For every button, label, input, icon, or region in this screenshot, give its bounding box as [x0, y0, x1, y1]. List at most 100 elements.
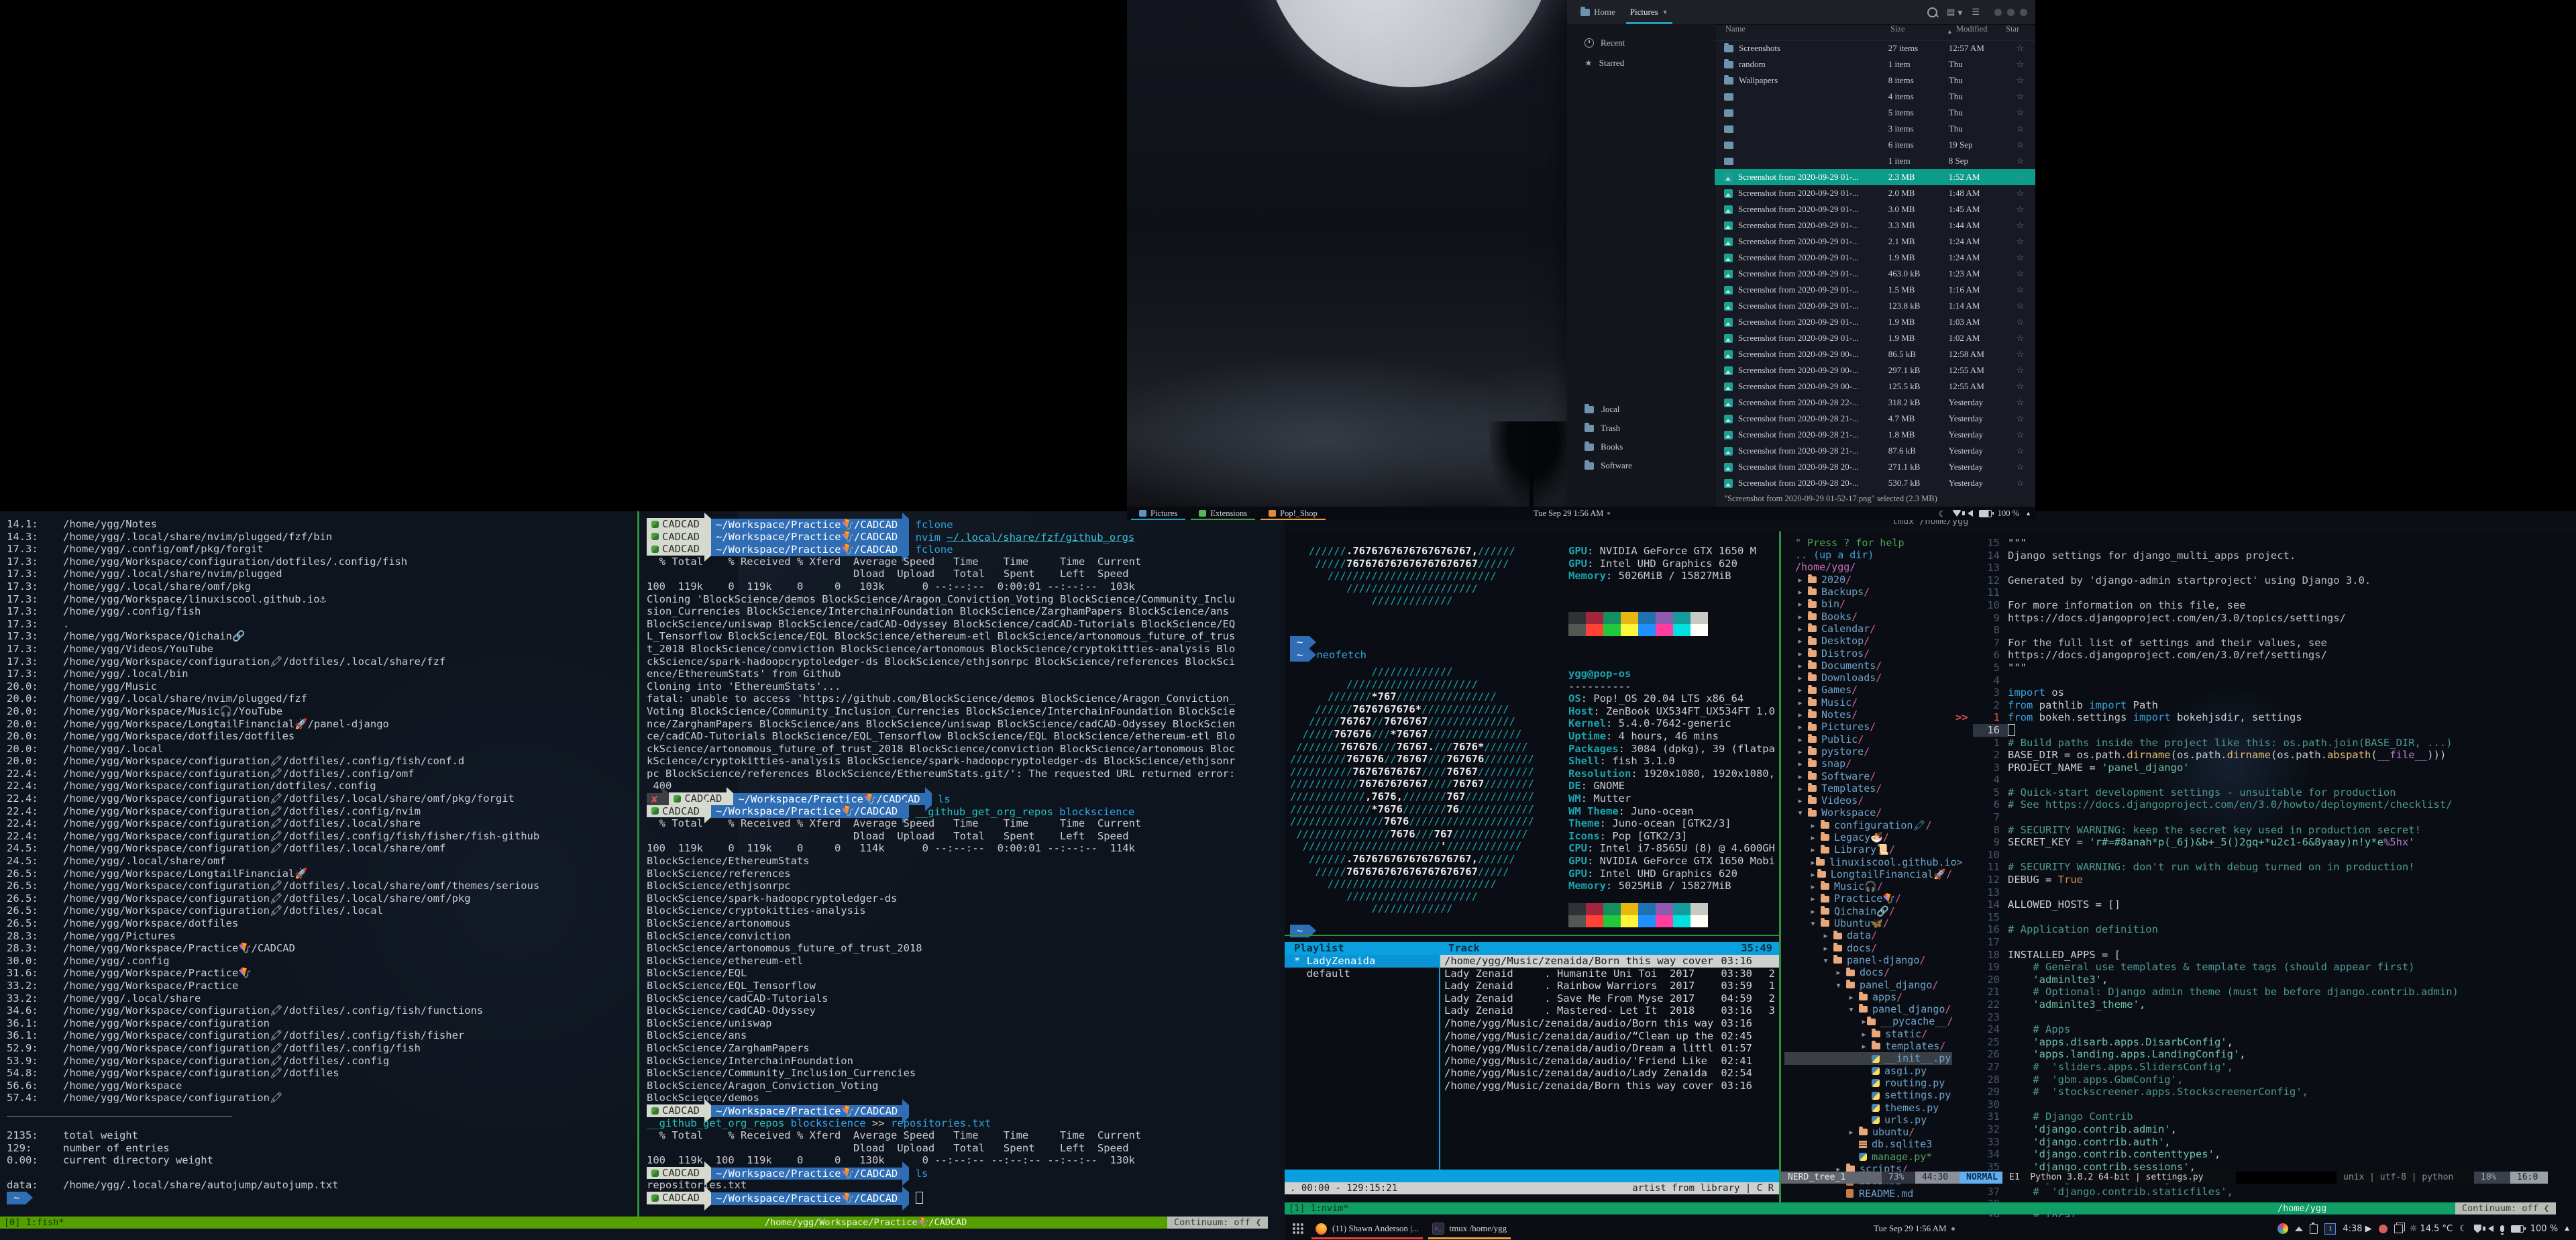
- shell-prompt-line[interactable]: CADCAD~/Workspace/Practice🪁/CADCAD: [647, 1192, 1281, 1204]
- shell-prompt-line[interactable]: CADCAD~/Workspace/Practice🪁/CADCAD: [647, 1104, 1281, 1117]
- night-light-icon[interactable]: ☾: [1939, 509, 1946, 519]
- tmux-pane-divider[interactable]: [1285, 935, 1779, 936]
- tree-item[interactable]: ▸Library📜/: [1784, 843, 1952, 856]
- sidebar-item[interactable]: Trash: [1567, 419, 1715, 437]
- star-icon[interactable]: ☆: [2005, 446, 2035, 456]
- code-line[interactable]: 24 # Apps: [1955, 1023, 2576, 1036]
- star-icon[interactable]: ☆: [2005, 365, 2035, 376]
- tree-item[interactable]: ▸Books/: [1784, 611, 1952, 623]
- code-line[interactable]: 13: [1955, 562, 2576, 574]
- code-line[interactable]: 17: [1955, 936, 2576, 949]
- track-item[interactable]: /home/ygg/Music/zenaida/Born this way co…: [1440, 955, 1779, 968]
- windows-icon[interactable]: [2394, 1225, 2403, 1233]
- shell-prompt-line[interactable]: CADCAD~/Workspace/Practice🪁/CADCAD ls: [647, 1167, 1281, 1180]
- star-icon[interactable]: ☆: [2005, 91, 2035, 102]
- code-line[interactable]: 18INSTALLED_APPS = [: [1955, 949, 2576, 962]
- system-tray[interactable]: ☾ 100 % ▲: [1939, 507, 2031, 520]
- star-icon[interactable]: ☆: [2005, 156, 2035, 166]
- autojump-pane[interactable]: 14.1: /home/ygg/Notes 14.3: /home/ygg/.l…: [7, 518, 631, 1204]
- code-line[interactable]: 12Generated by 'django-admin startprojec…: [1955, 574, 2576, 587]
- code-line[interactable]: 25 'apps.disarb.apps.DisarbConfig',: [1955, 1036, 2576, 1049]
- table-row[interactable]: Screenshot from 2020-09-29 01-...1.9 MB1…: [1715, 330, 2035, 346]
- tree-item[interactable]: ▾panel-django/: [1784, 954, 1952, 966]
- track-item[interactable]: /home/ygg/Music/zenaida/audio/'Friend Li…: [1440, 1055, 1779, 1068]
- table-row[interactable]: Screenshot from 2020-09-29 00-...86.5 kB…: [1715, 346, 2035, 362]
- column-modified[interactable]: Modified: [1956, 24, 1988, 34]
- code-line[interactable]: 5""": [1955, 662, 2576, 674]
- clipboard-icon[interactable]: [2310, 1224, 2318, 1234]
- window-dot[interactable]: [1994, 9, 2002, 16]
- star-icon[interactable]: ☆: [2005, 43, 2035, 54]
- pop-launcher-icon[interactable]: [2277, 1223, 2288, 1234]
- code-line[interactable]: 14Django settings for django_multi_apps …: [1955, 550, 2576, 562]
- star-icon[interactable]: ☆: [2005, 123, 2035, 134]
- tree-item[interactable]: ▾Ubuntu🦋/: [1784, 917, 1952, 929]
- table-row[interactable]: Screenshot from 2020-09-29 01-...1.5 MB1…: [1715, 282, 2035, 298]
- track-item[interactable]: /home/ygg/Music/zenaida/Born this way co…: [1440, 1080, 1779, 1092]
- code-line[interactable]: 16: [1955, 724, 2576, 737]
- weather-label[interactable]: ☼ 14.5 °C: [2410, 1224, 2453, 1234]
- nvim-pane[interactable]: " Press ? for help.. (up a dir)/home/ygg…: [1784, 533, 2576, 1172]
- code-line[interactable]: 26 'apps.landing.apps.LandingConfig',: [1955, 1048, 2576, 1061]
- code-line[interactable]: 2BASE_DIR = os.path.dirname(os.path.dirn…: [1955, 749, 2576, 762]
- tree-item[interactable]: ▸Documents/: [1784, 660, 1952, 672]
- table-row[interactable]: Screenshot from 2020-09-29 01-...2.0 MB1…: [1715, 185, 2035, 201]
- shell-prompt-line[interactable]: ✘CADCAD~/Workspace/Practice🪁/CADCAD ls: [647, 792, 1281, 805]
- tmux-pane-divider[interactable]: [1779, 531, 1781, 1202]
- code-line[interactable]: 22 'adminlte3_theme',: [1955, 998, 2576, 1011]
- code-line[interactable]: 30: [1955, 1098, 2576, 1111]
- tree-item[interactable]: ▸docs/: [1784, 966, 1952, 978]
- star-icon[interactable]: ☆: [2005, 429, 2035, 440]
- window-dot[interactable]: [2007, 9, 2015, 16]
- system-tray[interactable]: 14:38 ▶☼ 14.5 °C☾100 %▲: [2277, 1223, 2569, 1235]
- table-row[interactable]: 4 itemsThu☆: [1715, 89, 2035, 105]
- table-row[interactable]: random1 itemThu☆: [1715, 56, 2035, 72]
- star-icon[interactable]: ☆: [2005, 75, 2035, 86]
- tree-item[interactable]: ▸Software/: [1784, 770, 1952, 782]
- code-line[interactable]: 21 # Optional: Django admin theme (must …: [1955, 986, 2576, 998]
- tree-item[interactable]: ▾panel_django/: [1784, 1003, 1952, 1015]
- tree-item[interactable]: ▸Practice🪁/: [1784, 893, 1952, 905]
- star-icon[interactable]: ☆: [2005, 252, 2035, 263]
- taskbar-window-button[interactable]: >_tmux /home/ygg: [1426, 1217, 1514, 1240]
- workspace-indicator[interactable]: 1: [2324, 1223, 2336, 1235]
- table-row[interactable]: 1 item8 Sep☆: [1715, 153, 2035, 169]
- eject-icon[interactable]: [2295, 1227, 2303, 1231]
- star-icon[interactable]: ☆: [2005, 301, 2035, 311]
- tree-item[interactable]: ▸configuration🖍/: [1784, 819, 1952, 831]
- table-row[interactable]: Screenshot from 2020-09-29 01-...463.0 k…: [1715, 266, 2035, 282]
- tree-item[interactable]: ▸bin/: [1784, 598, 1952, 610]
- tree-item[interactable]: ▸Templates/: [1784, 782, 1952, 794]
- taskbar-window-button[interactable]: Pictures: [1130, 507, 1187, 520]
- table-row[interactable]: Screenshot from 2020-09-28 21-...87.6 kB…: [1715, 443, 2035, 459]
- track-item[interactable]: Lady Zenaid . Save Me From Myse 201704:5…: [1440, 992, 1779, 1005]
- sidebar-item[interactable]: ★Starred: [1567, 54, 1715, 72]
- battery-icon[interactable]: [2511, 1225, 2524, 1233]
- code-line[interactable]: 11# SECURITY WARNING: don't run with deb…: [1955, 861, 2576, 874]
- sidebar-item[interactable]: Books: [1567, 437, 1715, 456]
- caret-up-icon[interactable]: ▲: [2025, 510, 2031, 517]
- code-line[interactable]: 3PROJECT_NAME = 'panel_django': [1955, 762, 2576, 774]
- code-line[interactable]: 3import os: [1955, 686, 2576, 699]
- star-icon[interactable]: ☆: [2005, 397, 2035, 408]
- code-line[interactable]: 12DEBUG = True: [1955, 874, 2576, 886]
- code-line[interactable]: 27 # 'sliders.apps.SlidersConfig',: [1955, 1061, 2576, 1074]
- table-row[interactable]: Screenshot from 2020-09-29 01-...2.3 MB1…: [1715, 169, 2035, 185]
- tree-item[interactable]: ▸Public/: [1784, 733, 1952, 745]
- table-row[interactable]: Screenshots27 items12:57 AM☆: [1715, 40, 2035, 56]
- microphone-icon[interactable]: [2500, 1225, 2504, 1232]
- battery-icon[interactable]: [1979, 510, 1992, 517]
- tree-item[interactable]: ▸__pycache__/: [1784, 1016, 1952, 1028]
- star-icon[interactable]: ☆: [2005, 107, 2035, 118]
- code-line[interactable]: 13: [1955, 886, 2576, 899]
- tree-item[interactable]: settings.py: [1784, 1089, 1952, 1101]
- tree-item[interactable]: ▸Pictures/: [1784, 721, 1952, 733]
- shell-prompt-line[interactable]: CADCAD~/Workspace/Practice🪁/CADCAD __git…: [647, 805, 1281, 818]
- star-icon[interactable]: ☆: [2005, 268, 2035, 279]
- tree-item[interactable]: ▸static/: [1784, 1028, 1952, 1040]
- code-line[interactable]: 23: [1955, 1011, 2576, 1024]
- track-item[interactable]: Lady Zenaid . Rainbow Warriors 201703:59…: [1440, 980, 1779, 992]
- caret-up-icon[interactable]: ▲: [2565, 1225, 2569, 1232]
- star-icon[interactable]: ☆: [2005, 349, 2035, 360]
- star-icon[interactable]: ☆: [2005, 236, 2035, 247]
